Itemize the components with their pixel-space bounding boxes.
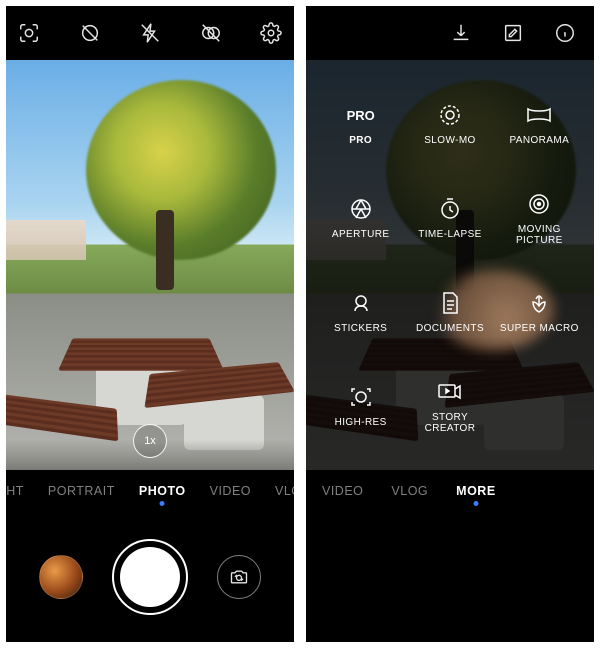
mode-stickers[interactable]: STICKERS [316,272,405,352]
mode-strip[interactable]: GHT PORTRAIT PHOTO VIDEO VLOG [6,470,294,512]
mode-moving-picture[interactable]: MOVING PICTURE [495,178,584,258]
camera-app-photo-mode: 1x GHT PORTRAIT PHOTO VIDEO VLOG [6,6,294,642]
macro-icon [526,290,552,316]
zoom-toggle[interactable]: 1x [133,424,167,458]
flash-off-icon[interactable] [139,22,161,44]
mode-photo[interactable]: PHOTO [139,484,186,498]
ai-lens-icon[interactable] [18,22,40,44]
top-toolbar [306,6,594,60]
mode-aperture[interactable]: APERTURE [316,178,405,258]
mode-slowmo[interactable]: SLOW-MO [405,84,494,164]
bottom-spacer [306,512,594,642]
story-icon [437,379,463,405]
mode-timelapse[interactable]: TIME-LAPSE [405,178,494,258]
slowmo-icon [437,102,463,128]
mode-video[interactable]: VIDEO [322,484,363,498]
scene-preview [6,60,294,470]
switch-camera-button[interactable] [217,555,261,599]
mode-story-creator[interactable]: STORY CREATOR [405,366,494,446]
more-modes-grid: PRO PRO SLOW-MO PANORAMA APERTURE TIME-L… [306,60,594,470]
info-icon[interactable] [554,22,576,44]
stickers-icon [348,290,374,316]
viewfinder[interactable]: 1x [6,60,294,470]
settings-icon[interactable] [260,22,282,44]
pro-text-icon: PRO [348,102,374,128]
mode-video[interactable]: VIDEO [210,484,251,498]
bottom-controls [6,512,294,642]
mode-high-res[interactable]: HIGH-RES [316,366,405,446]
top-toolbar [6,6,294,60]
color-off-icon[interactable] [200,22,222,44]
highres-icon [348,384,374,410]
mode-panorama[interactable]: PANORAMA [495,84,584,164]
documents-icon [437,290,463,316]
mode-strip[interactable]: VIDEO VLOG MORE [306,470,594,512]
mode-night-partial[interactable]: GHT [6,484,24,498]
aperture-icon [348,196,374,222]
moving-picture-icon [526,191,552,217]
timelapse-icon [437,196,463,222]
mode-vlog[interactable]: VLOG [391,484,428,498]
mode-documents[interactable]: DOCUMENTS [405,272,494,352]
mode-more[interactable]: MORE [456,484,496,498]
zoom-label: 1x [144,435,156,447]
mode-vlog[interactable]: VLOG [275,484,294,498]
mode-super-macro[interactable]: SUPER MACRO [495,272,584,352]
shutter-button[interactable] [112,539,188,615]
filter-off-icon[interactable] [79,22,101,44]
download-icon[interactable] [450,22,472,44]
mode-portrait[interactable]: PORTRAIT [48,484,115,498]
mode-pro[interactable]: PRO PRO [316,84,405,164]
edit-icon[interactable] [502,22,524,44]
panorama-icon [526,102,552,128]
camera-app-more-modes: PRO PRO SLOW-MO PANORAMA APERTURE TIME-L… [306,6,594,642]
gallery-thumbnail[interactable] [39,555,83,599]
